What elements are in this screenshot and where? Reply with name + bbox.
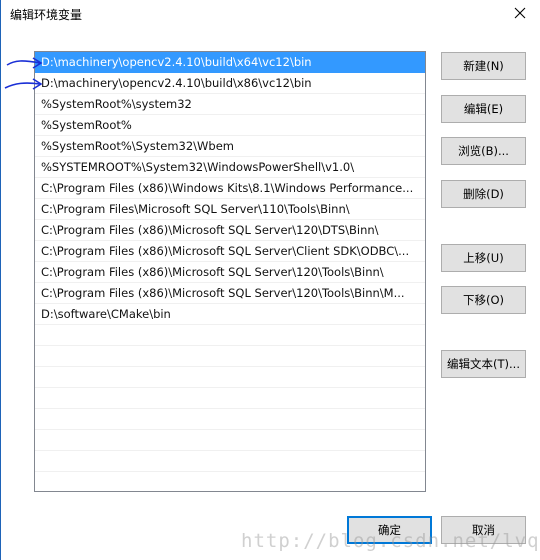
cancel-button[interactable]: 取消 <box>441 516 526 544</box>
list-item[interactable]: C:\Program Files (x86)\Microsoft SQL Ser… <box>35 220 425 241</box>
list-item[interactable]: C:\Program Files\Microsoft SQL Server\11… <box>35 199 425 220</box>
ok-button[interactable]: 确定 <box>347 516 432 544</box>
list-item[interactable]: %SystemRoot%\System32\Wbem <box>35 136 425 157</box>
list-item[interactable]: %SYSTEMROOT%\System32\WindowsPowerShell\… <box>35 157 425 178</box>
list-item-empty[interactable] <box>35 367 425 388</box>
list-item-empty[interactable] <box>35 430 425 451</box>
list-item[interactable]: C:\Program Files (x86)\Microsoft SQL Ser… <box>35 241 425 262</box>
list-item[interactable]: %SystemRoot%\system32 <box>35 94 425 115</box>
list-item-empty[interactable] <box>35 409 425 430</box>
list-item[interactable]: D:\machinery\opencv2.4.10\build\x86\vc12… <box>35 73 425 94</box>
edit-text-button[interactable]: 编辑文本(T)... <box>441 350 526 378</box>
browse-button[interactable]: 浏览(B)... <box>441 137 526 165</box>
dialog-title: 编辑环境变量 <box>10 8 83 22</box>
list-item-empty[interactable] <box>35 388 425 409</box>
path-list[interactable]: D:\machinery\opencv2.4.10\build\x64\vc12… <box>34 51 426 492</box>
close-button[interactable] <box>508 2 532 24</box>
list-item[interactable]: D:\machinery\opencv2.4.10\build\x64\vc12… <box>35 52 425 73</box>
list-item[interactable]: %SystemRoot% <box>35 115 425 136</box>
edit-button[interactable]: 编辑(E) <box>441 95 526 123</box>
list-item[interactable]: C:\Program Files (x86)\Microsoft SQL Ser… <box>35 283 425 304</box>
move-up-button[interactable]: 上移(U) <box>441 244 526 272</box>
delete-button[interactable]: 删除(D) <box>441 180 526 208</box>
edit-env-var-dialog: 编辑环境变量 D:\machinery\opencv2.4.10\build\x… <box>0 0 540 560</box>
new-button[interactable]: 新建(N) <box>441 52 526 80</box>
list-item[interactable]: C:\Program Files (x86)\Windows Kits\8.1\… <box>35 178 425 199</box>
list-item-empty[interactable] <box>35 472 425 491</box>
list-item-empty[interactable] <box>35 346 425 367</box>
move-down-button[interactable]: 下移(O) <box>441 286 526 314</box>
list-item[interactable]: D:\software\CMake\bin <box>35 304 425 325</box>
list-item[interactable]: C:\Program Files (x86)\Microsoft SQL Ser… <box>35 262 425 283</box>
close-icon <box>514 7 526 19</box>
list-item-empty[interactable] <box>35 325 425 346</box>
list-item-empty[interactable] <box>35 451 425 472</box>
